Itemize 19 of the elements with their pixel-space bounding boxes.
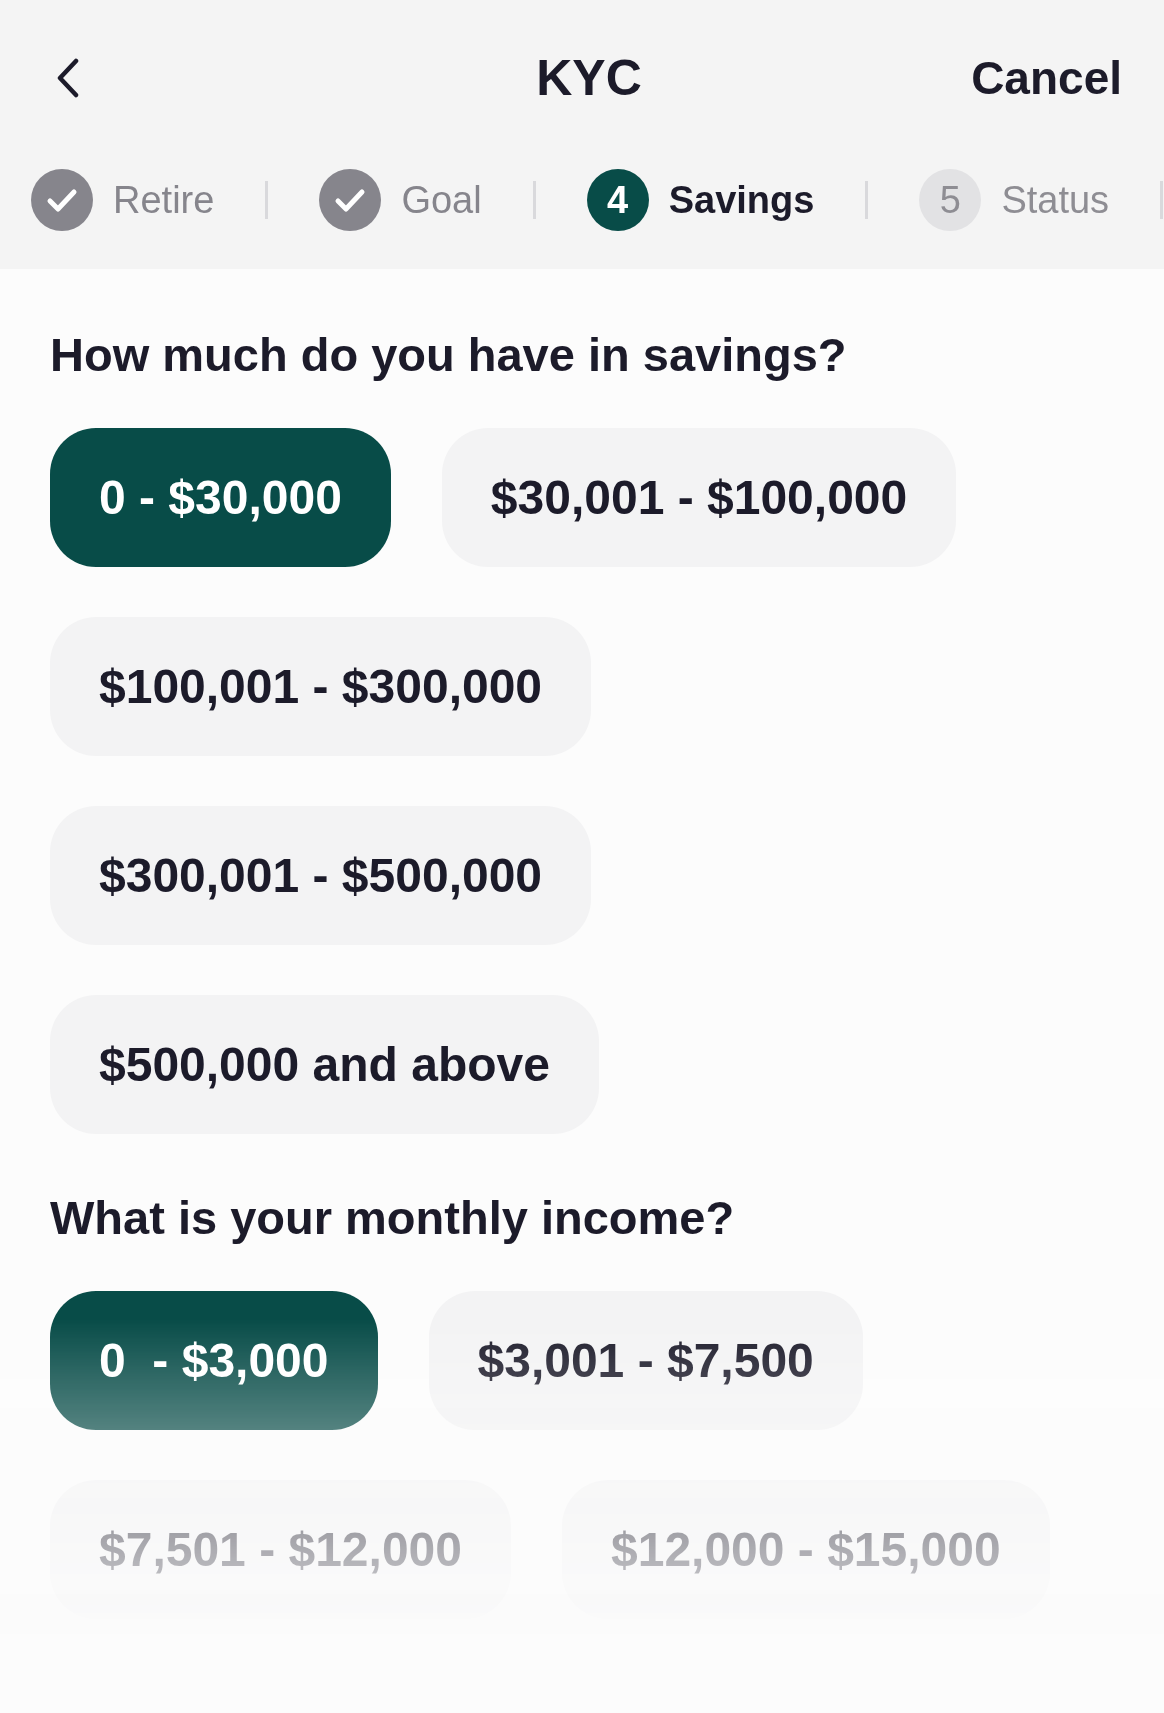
option-button[interactable]: $100,001 - $300,000 [50, 617, 592, 756]
question-title: What is your monthly income? [50, 1190, 736, 1246]
option-button[interactable]: $3,001 - $7,500 [428, 1291, 863, 1430]
option-button[interactable]: $30,001 - $100,000 [441, 428, 957, 567]
option-button[interactable]: 0 - $3,000 [50, 1291, 378, 1430]
option-button[interactable]: 0 - $30,000 [50, 428, 391, 567]
step-label: Savings [668, 178, 815, 223]
step-label: Status [1001, 178, 1110, 223]
option-button[interactable]: $500,000 and above [50, 995, 599, 1134]
step-number: 5 [919, 169, 982, 231]
back-button[interactable] [56, 58, 80, 98]
question-title: How much do you have in savings? [50, 327, 848, 383]
step-label: Retire [113, 178, 215, 223]
step-number: 4 [586, 169, 649, 231]
step-label: Goal [401, 178, 482, 223]
chevron-left-icon [56, 58, 80, 98]
option-button[interactable]: $300,001 - $500,000 [50, 806, 592, 945]
cancel-button[interactable]: Cancel [971, 50, 1122, 106]
page-title: KYC [536, 49, 642, 108]
